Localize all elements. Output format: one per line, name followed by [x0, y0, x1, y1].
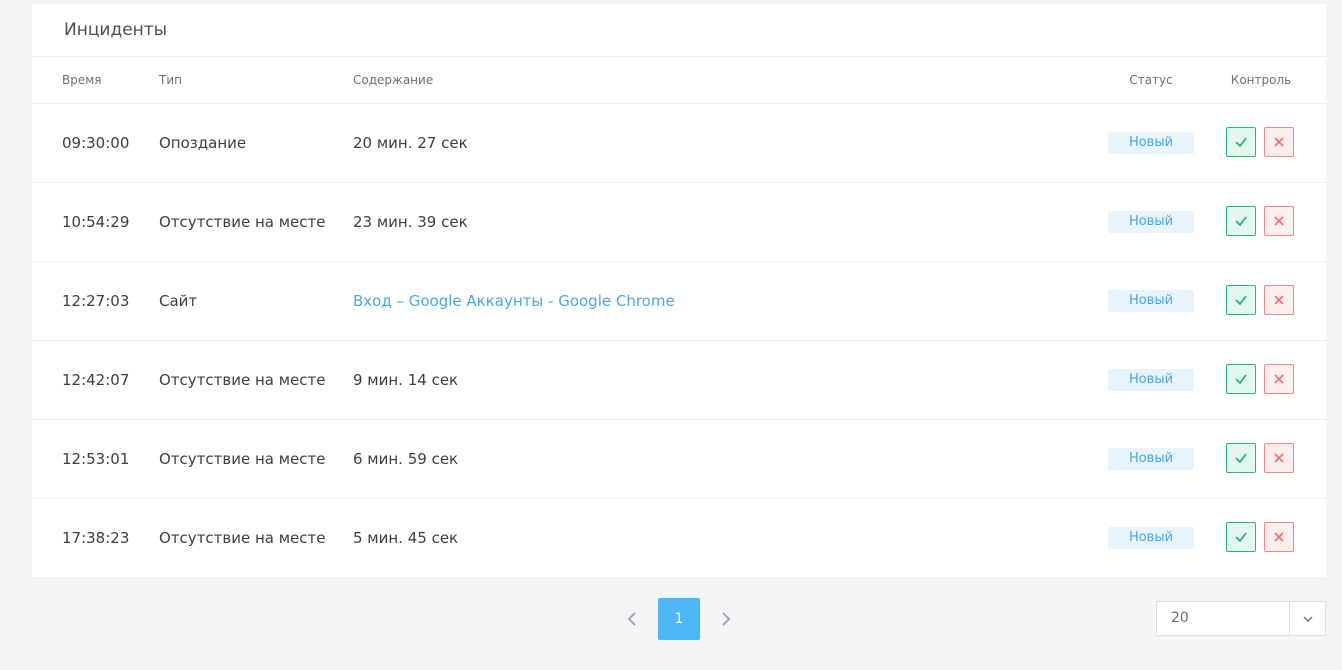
- page-size-value: 20: [1171, 610, 1189, 626]
- close-icon: [1274, 453, 1284, 463]
- reject-button[interactable]: [1264, 285, 1294, 315]
- close-icon: [1274, 216, 1284, 226]
- check-icon: [1235, 216, 1247, 227]
- status-badge: Новый: [1108, 211, 1194, 233]
- status-badge: Новый: [1108, 369, 1194, 391]
- row-type: Сайт: [159, 292, 198, 310]
- close-icon: [1274, 295, 1284, 305]
- row-type: Отсутствие на месте: [159, 213, 326, 231]
- page-size-select[interactable]: 20: [1156, 601, 1326, 636]
- page-size-toggle[interactable]: [1289, 602, 1325, 635]
- close-icon: [1274, 374, 1284, 384]
- table-row: 12:53:01 Отсутствие на месте 6 мин. 59 сек…: [32, 420, 1326, 499]
- check-icon: [1235, 137, 1247, 148]
- chevron-left-icon[interactable]: [624, 610, 642, 628]
- table-body: 09:30:00 Опоздание 20 мин. 27 сек Новый 10:5…: [32, 104, 1326, 577]
- incidents-panel: Инциденты Время Тип Содержание Статус Ко…: [32, 4, 1326, 577]
- chevron-down-icon: [1303, 616, 1313, 623]
- table-header: Время Тип Содержание Статус Контроль: [32, 57, 1326, 104]
- approve-button[interactable]: [1226, 127, 1256, 157]
- status-badge: Новый: [1108, 448, 1194, 470]
- approve-button[interactable]: [1226, 285, 1256, 315]
- header-status: Статус: [1129, 73, 1173, 87]
- chevron-right-icon[interactable]: [716, 610, 734, 628]
- reject-button[interactable]: [1264, 127, 1294, 157]
- table-row: 17:38:23 Отсутствие на месте 5 мин. 45 сек…: [32, 499, 1326, 577]
- row-time: 17:38:23: [62, 529, 130, 547]
- row-time: 09:30:00: [62, 134, 130, 152]
- reject-button[interactable]: [1264, 443, 1294, 473]
- row-content: 5 мин. 45 сек: [353, 529, 459, 547]
- header-content: Содержание: [353, 73, 434, 87]
- row-type: Отсутствие на месте: [159, 371, 326, 389]
- row-type: Опоздание: [159, 134, 247, 152]
- reject-button[interactable]: [1264, 206, 1294, 236]
- row-content: 20 мин. 27 сек: [353, 134, 468, 152]
- status-badge: Новый: [1108, 132, 1194, 154]
- check-icon: [1235, 295, 1247, 306]
- check-icon: [1235, 453, 1247, 464]
- row-time: 12:53:01: [62, 450, 130, 468]
- row-content: 6 мин. 59 сек: [353, 450, 459, 468]
- header-control: Контроль: [1230, 73, 1292, 87]
- header-type: Тип: [159, 73, 182, 87]
- row-content: 9 мин. 14 сек: [353, 371, 459, 389]
- status-badge: Новый: [1108, 290, 1194, 312]
- row-content-link[interactable]: Вход – Google Аккаунты - Google Chrome: [353, 262, 675, 340]
- check-icon: [1235, 374, 1247, 385]
- row-type: Отсутствие на месте: [159, 529, 326, 547]
- approve-button[interactable]: [1226, 522, 1256, 552]
- table-row: 09:30:00 Опоздание 20 мин. 27 сек Новый: [32, 104, 1326, 183]
- approve-button[interactable]: [1226, 206, 1256, 236]
- row-content: 23 мин. 39 сек: [353, 213, 468, 231]
- row-time: 12:42:07: [62, 371, 130, 389]
- panel-title: Инциденты: [32, 4, 1326, 57]
- table-row: 12:27:03 Сайт Вход – Google Аккаунты - Goo…: [32, 262, 1326, 341]
- close-icon: [1274, 532, 1284, 542]
- row-time: 10:54:29: [62, 213, 130, 231]
- table-row: 10:54:29 Отсутствие на месте 23 мин. 39 се…: [32, 183, 1326, 262]
- approve-button[interactable]: [1226, 364, 1256, 394]
- status-badge: Новый: [1108, 527, 1194, 549]
- header-time: Время: [62, 73, 102, 87]
- reject-button[interactable]: [1264, 364, 1294, 394]
- page-button-current[interactable]: 1: [658, 598, 700, 640]
- table-row: 12:42:07 Отсутствие на месте 9 мин. 14 сек…: [32, 341, 1326, 420]
- check-icon: [1235, 532, 1247, 543]
- row-time: 12:27:03: [62, 292, 130, 310]
- close-icon: [1274, 137, 1284, 147]
- row-type: Отсутствие на месте: [159, 450, 326, 468]
- approve-button[interactable]: [1226, 443, 1256, 473]
- reject-button[interactable]: [1264, 522, 1294, 552]
